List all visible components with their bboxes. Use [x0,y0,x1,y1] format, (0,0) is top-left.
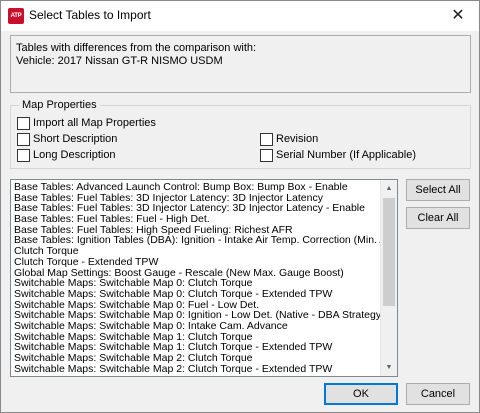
table-list-item[interactable]: Switchable Maps: Switchable Map 0: Clutc… [14,278,380,289]
checkbox-box[interactable] [17,133,30,146]
checkbox-label: Revision [276,133,319,145]
table-list-item[interactable]: Switchable Maps: Switchable Map 2: Clutc… [14,364,380,375]
close-icon[interactable]: ✕ [443,4,473,28]
table-list-item[interactable]: Switchable Maps: Switchable Map 1: Clutc… [14,332,380,343]
table-list-item[interactable]: Base Tables: Fuel Tables: 3D Injector La… [14,203,380,214]
vehicle-label: Vehicle: 2017 Nissan GT-R NISMO USDM [16,55,223,67]
table-list-item[interactable]: Base Tables: Fuel Tables: High Speed Fue… [14,225,380,236]
revision-checkbox[interactable]: Revision [260,133,318,147]
checkbox-box[interactable] [17,117,30,130]
long-description-checkbox[interactable]: Long Description [17,149,116,163]
scroll-down-arrow-icon[interactable]: ▼ [381,359,397,376]
table-list-item[interactable]: Base Tables: Fuel Tables: 3D Injector La… [14,193,380,204]
tables-listbox[interactable]: Base Tables: Advanced Launch Control: Bu… [10,179,398,377]
table-list-item[interactable]: Switchable Maps: Switchable Map 2: Clutc… [14,353,380,364]
import-all-map-properties-checkbox[interactable]: Import all Map Properties [17,117,156,131]
scroll-thumb[interactable] [383,198,395,306]
table-list-item[interactable]: Clutch Torque [14,246,380,257]
checkbox-label: Serial Number (If Applicable) [276,149,417,161]
cancel-button[interactable]: Cancel [406,383,470,405]
scroll-up-arrow-icon[interactable]: ▲ [381,180,397,197]
ok-button[interactable]: OK [324,383,398,405]
serial-number-checkbox[interactable]: Serial Number (If Applicable) [260,149,416,163]
select-all-button[interactable]: Select All [406,179,470,201]
table-list-item[interactable]: Switchable Maps: Switchable Map 0: Clutc… [14,289,380,300]
table-list-item[interactable]: Base Tables: Ignition Tables (DBA): Igni… [14,235,380,246]
table-list-item[interactable]: Global Map Settings: Boost Gauge - Resca… [14,268,380,279]
map-properties-legend: Map Properties [19,99,100,112]
short-description-checkbox[interactable]: Short Description [17,133,117,147]
table-list-item[interactable]: Base Tables: Fuel Tables: Fuel - High De… [14,214,380,225]
map-properties-group: Map Properties Import all Map Properties… [10,99,471,169]
checkbox-box[interactable] [17,149,30,162]
select-tables-dialog: ATP Select Tables to Import ✕ Tables wit… [0,0,480,413]
table-list-item[interactable]: Switchable Maps: Switchable Map 0: Ignit… [14,310,380,321]
vertical-scrollbar[interactable]: ▲ ▼ [380,180,397,376]
checkbox-label: Long Description [33,149,116,161]
checkbox-box[interactable] [260,149,273,162]
checkbox-box[interactable] [260,133,273,146]
table-list-item[interactable]: Switchable Maps: Switchable Map 1: Clutc… [14,342,380,353]
window-title: Select Tables to Import [29,8,151,22]
tables-list: Base Tables: Advanced Launch Control: Bu… [14,182,380,376]
atp-app-icon: ATP [8,8,24,24]
table-list-item[interactable]: Clutch Torque - Extended TPW [14,257,380,268]
table-list-item[interactable]: Base Tables: Advanced Launch Control: Bu… [14,182,380,193]
clear-all-button[interactable]: Clear All [406,207,470,229]
table-list-item[interactable]: Switchable Maps: Switchable Map 0: Fuel … [14,300,380,311]
table-list-item[interactable]: Switchable Maps: Switchable Map 0: Intak… [14,321,380,332]
checkbox-label: Short Description [33,133,118,145]
title-bar: ATP Select Tables to Import ✕ [1,1,479,31]
checkbox-label: Import all Map Properties [33,117,156,129]
comparison-info-box: Tables with differences from the compari… [10,35,471,93]
info-heading: Tables with differences from the compari… [16,42,257,54]
